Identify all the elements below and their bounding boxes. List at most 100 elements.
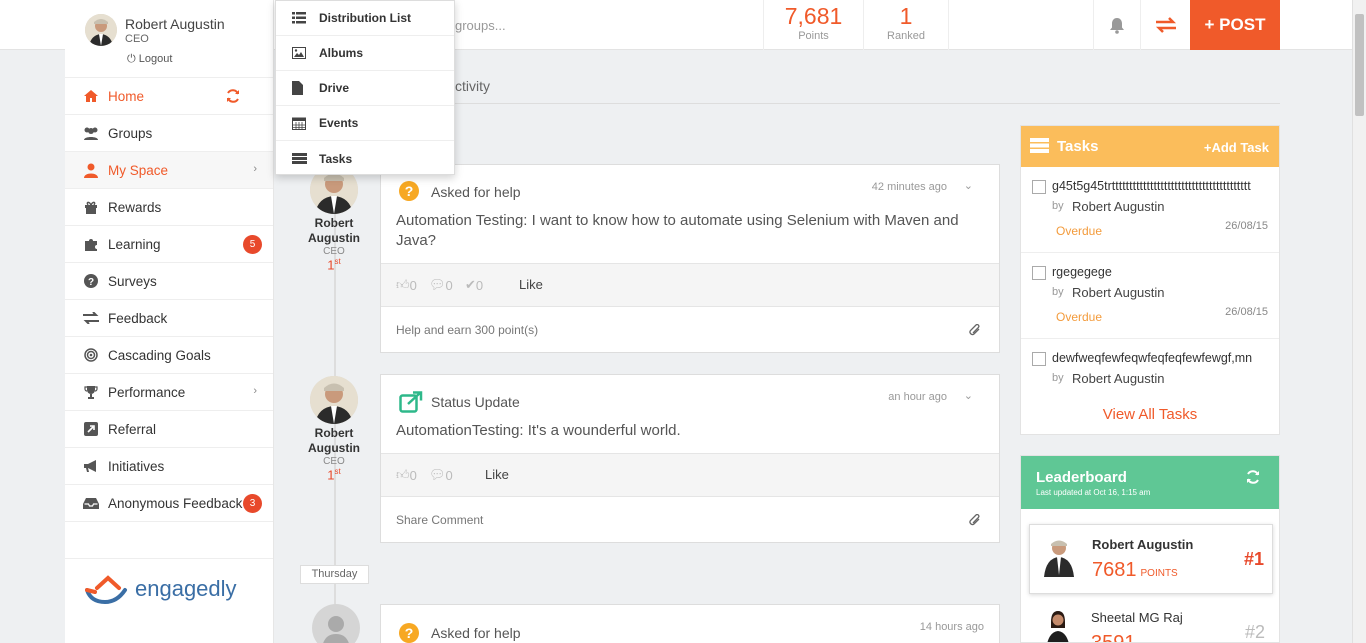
leaderboard-row[interactable]: Robert Augustin 7681 POINTS #1 [1029, 524, 1273, 594]
task-title[interactable]: dewfweqfewfeqwfeqfeqfewfewgf,mn [1052, 351, 1279, 365]
view-all-tasks-link[interactable]: View All Tasks [1021, 396, 1279, 434]
sidebar-item-label: Rewards [108, 199, 162, 215]
sidebar-item-referral[interactable]: Referral [65, 411, 273, 448]
sidebar-item-cascading-goals[interactable]: Cascading Goals [65, 337, 273, 374]
paperclip-icon[interactable] [969, 513, 981, 530]
notification-bell-icon[interactable] [1093, 0, 1141, 50]
menu-item-events[interactable]: Events [276, 106, 454, 141]
task-title[interactable]: rgegegege [1052, 265, 1279, 279]
check-icon: ✔ [465, 277, 476, 292]
sidebar-item-surveys[interactable]: ? Surveys [65, 263, 273, 300]
answer-count[interactable]: ✔ 0 [465, 277, 483, 293]
paperclip-icon[interactable] [969, 323, 981, 340]
task-item[interactable]: rgegegege by Robert Augustin Overdue 26/… [1021, 253, 1279, 339]
like-button[interactable]: Like [519, 277, 543, 292]
avatar [1041, 608, 1075, 642]
leaderboard-panel: Leaderboard Last updated at Oct 16, 1:15… [1020, 455, 1280, 643]
leader-points: 3591POINTS [1091, 632, 1177, 642]
switch-icon[interactable] [1142, 0, 1190, 50]
sidebar-item-groups[interactable]: Groups [65, 115, 273, 152]
menu-item-tasks[interactable]: Tasks [276, 141, 454, 176]
menu-item-drive[interactable]: Drive [276, 71, 454, 106]
share-icon [82, 420, 100, 438]
calendar-icon [292, 116, 308, 130]
anonymous-feedback-badge: 3 [243, 494, 262, 513]
author-rank: 1st [304, 467, 364, 482]
task-item[interactable]: g45t5g45trtttttttttttttttttttttttttttttt… [1021, 167, 1279, 253]
card-actions: 👍︎ 0 💬︎ 0 Like [381, 453, 999, 496]
author-last-name: Augustin [308, 441, 360, 455]
add-task-button[interactable]: +Add Task [1204, 140, 1269, 155]
comment-icon: 💬︎ [429, 467, 446, 482]
tab-activity[interactable]: ctivity [455, 78, 490, 94]
chevron-down-icon[interactable]: ⌄ [964, 179, 973, 192]
rank-suffix: st [334, 467, 341, 476]
leaderboard-header: Leaderboard Last updated at Oct 16, 1:15… [1021, 456, 1279, 509]
sidebar-item-label: Learning [108, 236, 161, 252]
task-item[interactable]: dewfweqfewfeqwfeqfeqfewfewgf,mn by Rober… [1021, 339, 1279, 389]
menu-item-label: Distribution List [319, 11, 411, 25]
like-count-value: 0 [409, 467, 417, 483]
post-author[interactable]: Robert Augustin CEO 1st [304, 376, 364, 482]
sidebar-item-rewards[interactable]: Rewards [65, 189, 273, 226]
sidebar-item-home[interactable]: Home [65, 78, 273, 115]
refresh-icon[interactable] [1245, 469, 1261, 490]
post-button[interactable]: + POST [1190, 0, 1280, 50]
page-scrollbar[interactable] [1352, 0, 1366, 643]
task-checkbox[interactable] [1032, 266, 1046, 280]
search-input[interactable]: groups... [455, 18, 506, 33]
activity-card: ? Asked for help 14 hours ago [380, 604, 1000, 643]
like-count-value: 0 [409, 277, 417, 293]
chevron-down-icon[interactable]: ⌄ [964, 389, 973, 402]
task-by-label: by [1052, 286, 1064, 298]
task-title[interactable]: g45t5g45trtttttttttttttttttttttttttttttt… [1052, 179, 1279, 193]
comment-input[interactable]: Help and earn 300 point(s) [396, 323, 538, 337]
tasks-title: Tasks [1057, 138, 1099, 155]
avatar [310, 376, 358, 424]
menu-item-albums[interactable]: Albums [276, 36, 454, 71]
comment-count[interactable]: 💬︎ 0 [429, 277, 453, 293]
avatar[interactable] [85, 14, 117, 46]
points-label: Points [798, 30, 829, 42]
sidebar-item-performance[interactable]: Performance › [65, 374, 273, 411]
like-button[interactable]: Like [485, 467, 509, 482]
engagedly-logo[interactable]: engagedly [85, 572, 237, 606]
external-link-icon [399, 391, 423, 418]
ranked-stat[interactable]: 1 Ranked [863, 0, 949, 50]
task-checkbox[interactable] [1032, 180, 1046, 194]
author-last-name: Augustin [308, 231, 360, 245]
sidebar-item-feedback[interactable]: Feedback [65, 300, 273, 337]
task-by-label: by [1052, 372, 1064, 384]
like-count[interactable]: 👍︎ 0 [396, 277, 417, 293]
comment-input[interactable]: Share Comment [396, 513, 483, 527]
post-author[interactable]: Robert Augustin CEO 1st [304, 166, 364, 272]
like-count[interactable]: 👍︎ 0 [396, 467, 417, 483]
gift-icon [82, 198, 100, 216]
author-first-name: Robert [314, 426, 354, 440]
menu-item-label: Drive [319, 81, 350, 95]
comment-count-value: 0 [445, 277, 453, 293]
task-checkbox[interactable] [1032, 352, 1046, 366]
sidebar-item-anonymous-feedback[interactable]: Anonymous Feedback 3 [65, 485, 273, 522]
scrollbar-thumb[interactable] [1355, 14, 1364, 116]
answer-count-value: 0 [475, 277, 484, 293]
card-type: Asked for help [431, 184, 521, 200]
card-body: AutomationTesting: It's a wounderful wor… [396, 422, 681, 439]
leaderboard-subtitle: Last updated at Oct 16, 1:15 am [1036, 488, 1151, 497]
comment-count[interactable]: 💬︎ 0 [429, 467, 453, 483]
logout-link[interactable]: ⏻ Logout [127, 53, 172, 66]
logout-label: Logout [138, 53, 173, 65]
sidebar-item-learning[interactable]: Learning 5 [65, 226, 273, 263]
leader-points: 7681 POINTS [1092, 559, 1178, 582]
task-date: 26/08/15 [1225, 220, 1268, 232]
sidebar-item-label: Referral [108, 421, 157, 437]
sidebar-item-my-space[interactable]: My Space › [65, 152, 273, 189]
post-author[interactable] [306, 604, 366, 643]
menu-item-distribution-list[interactable]: Distribution List [276, 1, 454, 36]
leaderboard-row[interactable]: Sheetal MG Raj 3591POINTS #2 [1029, 598, 1273, 642]
refresh-icon[interactable] [225, 88, 241, 107]
profile-name[interactable]: Robert Augustin [125, 16, 225, 32]
image-icon [292, 47, 308, 59]
points-stat[interactable]: 7,681 Points [763, 0, 863, 50]
sidebar-item-initiatives[interactable]: Initiatives [65, 448, 273, 485]
